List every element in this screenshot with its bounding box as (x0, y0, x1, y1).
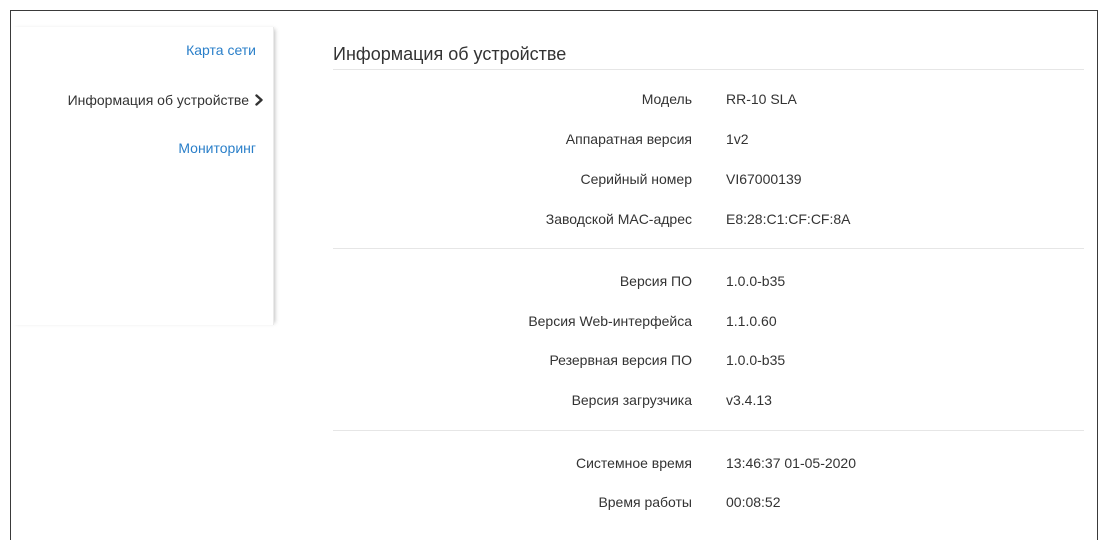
sidebar-item-label: Информация об устройстве (67, 92, 249, 108)
info-row-fw-version: Версия ПО 1.0.0-b35 (333, 271, 1084, 291)
info-row-bootloader: Версия загрузчика v3.4.13 (333, 390, 1084, 410)
sidebar-item-monitoring[interactable]: Мониторинг (178, 138, 256, 158)
info-label: Заводской MAC-адрес (545, 211, 692, 227)
info-row-mac: Заводской MAC-адрес E8:28:C1:CF:CF:8A (333, 209, 1084, 229)
info-row-web-version: Версия Web-интерфейса 1.1.0.60 (333, 311, 1084, 331)
info-value: 1v2 (726, 131, 749, 147)
sidebar-item-label: Мониторинг (178, 140, 256, 156)
info-row-serial: Серийный номер VI67000139 (333, 169, 1084, 189)
info-label: Аппаратная версия (565, 131, 692, 147)
sidebar: Карта сети Информация об устройстве Мони… (11, 27, 274, 325)
page-title: Информация об устройстве (333, 44, 567, 64)
info-value: 00:08:52 (726, 494, 781, 510)
info-label: Версия ПО (619, 273, 692, 289)
info-label: Время работы (598, 494, 692, 510)
info-label: Системное время (575, 455, 692, 471)
info-value: VI67000139 (726, 171, 802, 187)
info-value: E8:28:C1:CF:CF:8A (726, 211, 851, 227)
info-row-model: Модель RR-10 SLA (333, 89, 1084, 109)
info-label: Версия загрузчика (571, 392, 692, 408)
info-label: Резервная версия ПО (549, 352, 692, 368)
info-value: 1.1.0.60 (726, 313, 777, 329)
info-row-backup-fw: Резервная версия ПО 1.0.0-b35 (333, 350, 1084, 370)
chevron-right-icon (255, 94, 263, 106)
info-value: RR-10 SLA (726, 91, 797, 107)
info-row-hw-version: Аппаратная версия 1v2 (333, 129, 1084, 149)
sidebar-item-device-info[interactable]: Информация об устройстве (67, 90, 263, 110)
title-divider (333, 69, 1084, 70)
section-divider (333, 430, 1084, 431)
info-value: v3.4.13 (726, 392, 772, 408)
info-value: 13:46:37 01-05-2020 (726, 455, 856, 471)
info-label: Модель (641, 91, 692, 107)
sidebar-item-label: Карта сети (186, 42, 256, 58)
info-label: Версия Web-интерфейса (528, 313, 692, 329)
info-value: 1.0.0-b35 (726, 273, 786, 289)
info-row-system-time: Системное время 13:46:37 01-05-2020 (333, 453, 1084, 473)
section-divider (333, 248, 1084, 249)
info-value: 1.0.0-b35 (726, 352, 786, 368)
info-row-uptime: Время работы 00:08:52 (333, 492, 1084, 512)
info-label: Серийный номер (580, 171, 692, 187)
sidebar-item-network-map[interactable]: Карта сети (186, 40, 256, 60)
